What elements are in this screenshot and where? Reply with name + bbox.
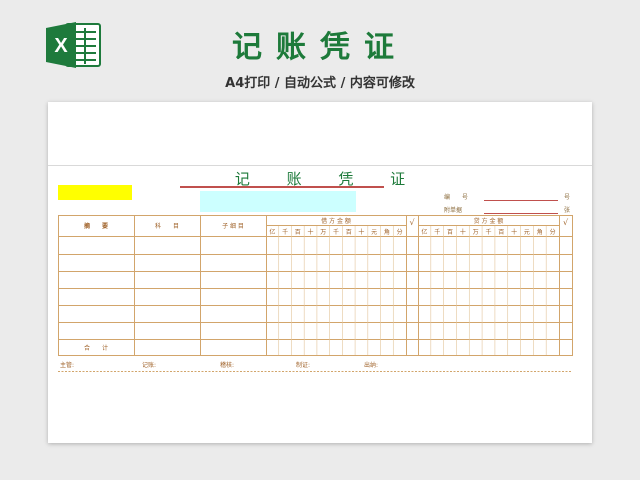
page-subtitle: A4打印 / 自动公式 / 内容可修改 — [225, 76, 415, 91]
credit-digit-header: 千 — [485, 229, 492, 236]
col-subject: 科 目 — [154, 223, 179, 230]
debit-digit-header: 元 — [371, 229, 378, 236]
footer-preparer: 制证: — [296, 362, 311, 369]
debit-digit-header: 千 — [282, 229, 289, 236]
debit-digit-header: 十 — [358, 229, 365, 236]
debit-digit-header: 亿 — [269, 229, 276, 236]
debit-digit-header: 百 — [294, 229, 301, 236]
check-icon: √ — [562, 218, 569, 227]
col-credit: 贷 方 金 额 — [473, 218, 504, 225]
credit-digit-header: 元 — [523, 229, 530, 236]
credit-digit-header: 万 — [472, 229, 479, 236]
debit-digit-header: 万 — [320, 229, 327, 236]
check-icon: √ — [409, 218, 415, 227]
footer-reviewer: 稽核: — [220, 362, 235, 369]
credit-digit-header: 十 — [459, 229, 466, 236]
col-summary: 摘 要 — [83, 223, 108, 230]
col-sub-ledger: 子 细 目 — [222, 223, 244, 230]
debit-digit-header: 千 — [332, 229, 339, 236]
credit-digit-header: 分 — [549, 229, 556, 236]
debit-digit-header: 分 — [396, 229, 403, 236]
debit-digit-header: 百 — [345, 229, 352, 236]
credit-digit-header: 千 — [434, 229, 441, 236]
credit-digit-header: 百 — [498, 229, 505, 236]
credit-digit-header: 十 — [511, 229, 518, 236]
credit-digit-header: 角 — [536, 229, 543, 236]
voucher-grid — [58, 215, 573, 372]
total-label: 合 计 — [83, 345, 108, 352]
voucher-sheet: 记 账 凭 证 编 号 号 附单据 张 摘 要 科 目 子 细 目 借 方 金 … — [48, 102, 592, 443]
col-debit: 借 方 金 额 — [321, 218, 351, 225]
footer-cashier: 出纳: — [364, 362, 379, 369]
page-title: 记账凭证 — [232, 30, 408, 65]
footer-supervisor: 主管: — [60, 362, 75, 369]
debit-digit-header: 十 — [307, 229, 314, 236]
debit-digit-header: 角 — [383, 229, 390, 236]
credit-digit-header: 百 — [447, 229, 454, 236]
footer-bookkeeper: 记账: — [142, 362, 157, 369]
credit-digit-header: 亿 — [421, 229, 428, 236]
